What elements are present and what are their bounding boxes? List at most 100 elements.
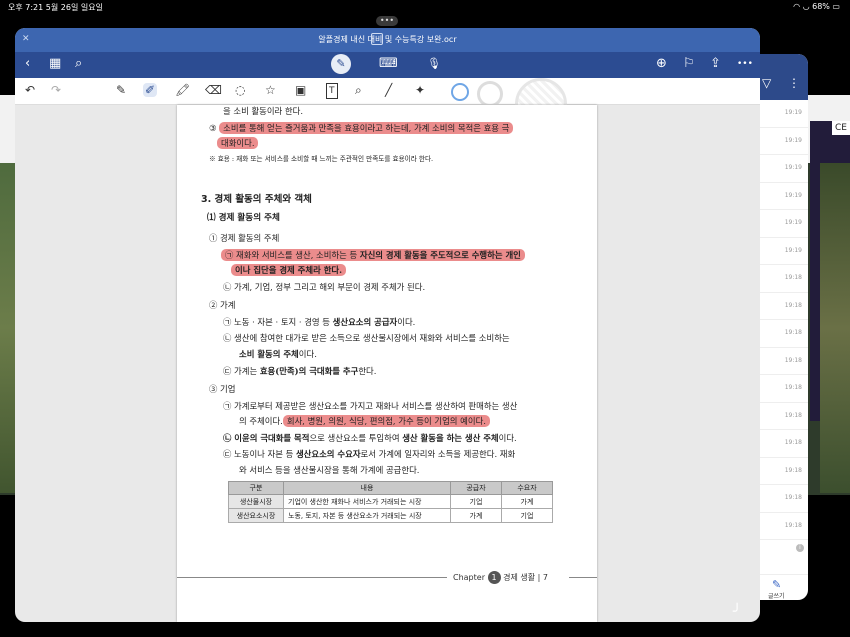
- table-header: 공급자: [450, 481, 502, 495]
- table-cell: 기업: [501, 508, 553, 523]
- table-row: 생산물시장 기업이 생산한 재화나 서비스가 거래되는 시장 기업 가계: [228, 494, 553, 509]
- side-list-time: 19:18: [784, 411, 802, 419]
- text-line: ㉢ 노동이나 자본 등 생산요소의 수요자로서 가계에 일자리와 소득을 제공한…: [223, 449, 516, 459]
- side-list-time: 19:19: [784, 136, 802, 144]
- back-icon[interactable]: ‹: [25, 56, 30, 72]
- page-footer: Chapter 1 경제 생활 | 7: [453, 571, 548, 584]
- table-cell: 생산물시장: [228, 494, 284, 509]
- table-header: 수요자: [501, 481, 553, 495]
- microphone-icon[interactable]: 🎙: [427, 56, 441, 72]
- table-cell: 가계: [501, 494, 553, 509]
- background-text: CE: [832, 121, 850, 135]
- highlight: 소비를 통해 얻는 즐거움과 만족을 효용이라고 하는데, 가계 소비의 목적은…: [219, 122, 514, 134]
- section-heading: 3. 경제 활동의 주체와 객체: [201, 194, 312, 205]
- highlight: 이나 집단을 경제 주체라 한다.: [231, 264, 347, 276]
- info-icon[interactable]: i: [796, 544, 804, 552]
- split-view-icon[interactable]: [371, 33, 383, 45]
- keyboard-icon[interactable]: ⌨: [379, 56, 398, 72]
- market-table: 구분 내용 공급자 수요자 생산물시장 기업이 생산한 재화나 서비스가 거래되…: [228, 481, 553, 523]
- side-list-time: 19:19: [784, 109, 802, 116]
- color-swatch[interactable]: [477, 81, 503, 107]
- ruler-tool-icon[interactable]: ╱: [385, 83, 392, 97]
- text-line: ㉡ 생산에 참여한 대가로 받은 소득으로 생산물시장에서 재화와 서비스를 소…: [223, 333, 510, 343]
- item-heading: ① 경제 활동의 주체: [209, 233, 280, 243]
- pen-tool-icon[interactable]: ✎: [116, 83, 126, 97]
- undo-icon[interactable]: ↶: [25, 83, 35, 97]
- pencil-mode-icon[interactable]: ✎: [331, 54, 351, 74]
- side-list-time: 19:18: [784, 494, 802, 501]
- footnote: ※ 효용 : 재화 또는 서비스를 소비할 때 느끼는 주관적인 만족도를 효용…: [209, 155, 434, 163]
- text-tool-icon[interactable]: T: [326, 83, 338, 99]
- table-cell: 가계: [450, 508, 502, 523]
- subsection-heading: ⑴ 경제 활동의 주체: [207, 213, 280, 223]
- item-heading: ② 가계: [209, 300, 236, 310]
- chapter-number: 1: [487, 571, 501, 584]
- bookmark-icon[interactable]: ⚐: [683, 56, 695, 72]
- text-line: ㉠ 가계로부터 제공받은 생산요소를 가지고 재화나 서비스를 생산하여 판매하…: [223, 401, 518, 411]
- side-list-time: 19:18: [784, 274, 802, 281]
- text-line: ③ 소비를 통해 얻는 즐거움과 만족을 효용이라고 하는데, 가계 소비의 목…: [209, 122, 514, 134]
- side-list-time: 19:18: [784, 329, 802, 336]
- document-title[interactable]: 알플경제 내신 대비 및 수능특강 보완.ocr: [15, 34, 760, 45]
- search-icon[interactable]: ⌕: [75, 56, 82, 72]
- text-line: ㉢ 가계는 효용(만족)의 극대화를 추구한다.: [223, 366, 377, 376]
- status-bar: 오후 7:21 5월 26일 일요일 ◠ ◡ 68% ▭: [0, 0, 850, 14]
- text-line: 대화이다.: [217, 137, 259, 149]
- side-list-time: 19:18: [784, 301, 802, 309]
- table-cell: 노동, 토지, 자본 등 생산요소가 거래되는 시장: [283, 508, 451, 523]
- side-list-time: 19:19: [784, 219, 802, 226]
- battery-indicator: ◠ ◡ 68% ▭: [793, 2, 840, 11]
- write-pen-icon[interactable]: ✎: [772, 578, 781, 591]
- footer-rule: [569, 577, 597, 578]
- more-vertical-icon[interactable]: ⋮: [788, 76, 800, 90]
- item-heading: ③ 기업: [209, 384, 236, 394]
- image-tool-icon[interactable]: ▣: [295, 83, 306, 97]
- notes-window: ✕ 알플경제 내신 대비 및 수능특강 보완.ocr ‹ ▦ ⌕ ✎ ⌨ 🎙 ⊕…: [15, 28, 760, 622]
- table-header: 내용: [283, 481, 451, 495]
- grid-icon[interactable]: ▦: [49, 56, 61, 72]
- side-list-time: 19:19: [784, 246, 802, 254]
- add-page-icon[interactable]: ⊕: [656, 56, 667, 72]
- table-cell: 기업: [450, 494, 502, 509]
- highlight: 회사, 병원, 의원, 식당, 편의점, 가수 등이 기업의 예이다.: [282, 415, 490, 427]
- document-page[interactable]: 을 소비 활동이라 한다. ③ 소비를 통해 얻는 즐거움과 만족을 효용이라고…: [177, 105, 597, 622]
- filter-icon[interactable]: ▽: [762, 76, 771, 90]
- table-header-row: 구분 내용 공급자 수요자: [228, 481, 553, 495]
- side-list-time: 19:18: [784, 439, 802, 446]
- footer-rule: [177, 577, 447, 578]
- highlighter-tool-icon[interactable]: ✐: [143, 83, 158, 97]
- text-line: 의 주체이다. 회사, 병원, 의원, 식당, 편의점, 가수 등이 기업의 예이…: [239, 415, 490, 427]
- side-list-time: 19:18: [784, 521, 802, 529]
- highlight: 대화이다.: [217, 137, 259, 149]
- eraser-tool-icon[interactable]: ⌫: [205, 83, 222, 97]
- text-line: 와 서비스 등을 생산물시장을 통해 가계에 공급한다.: [239, 465, 420, 475]
- share-icon[interactable]: ⇪: [710, 56, 721, 72]
- highlight: ㉠ 재화와 서비스를 생산, 소비하는 등 자신의 경제 활동을 주도적으로 수…: [221, 249, 525, 261]
- scan-tool-icon[interactable]: ⌕: [355, 83, 362, 97]
- color-swatch-selected[interactable]: [451, 83, 469, 101]
- write-label[interactable]: 글쓰기: [768, 591, 785, 600]
- title-bar: ✕ 알플경제 내신 대비 및 수능특강 보완.ocr: [15, 28, 760, 52]
- table-row: 생산요소시장 노동, 토지, 자본 등 생산요소가 거래되는 시장 가계 기업: [228, 508, 553, 523]
- status-time: 오후 7:21 5월 26일 일요일: [8, 3, 103, 12]
- lasso-tool-icon[interactable]: ◌: [235, 83, 245, 97]
- text-line: ㉠ 노동 · 자본 · 토지 · 경영 등 생산요소의 공급자이다.: [223, 317, 416, 327]
- text-line: 이나 집단을 경제 주체라 한다.: [231, 264, 347, 276]
- laser-pointer-icon[interactable]: ✦: [415, 83, 425, 97]
- more-icon[interactable]: •••: [737, 56, 753, 72]
- table-cell: 생산요소시장: [228, 508, 284, 523]
- table-cell: 기업이 생산한 재화나 서비스가 거래되는 시장: [283, 494, 451, 509]
- side-list-time: 19:18: [784, 356, 802, 364]
- text-line: ㉡ 이윤의 극대화를 목적으로 생산요소를 투입하여 생산 활동을 하는 생산 …: [223, 433, 517, 443]
- pencil-hover-icon: ╯: [733, 604, 742, 620]
- text-line: 을 소비 활동이라 한다.: [223, 106, 303, 116]
- sticker-tool-icon[interactable]: ☆: [265, 83, 276, 97]
- marker-tool-icon[interactable]: 🖍: [175, 83, 190, 97]
- drawing-toolbar: ↶ ↷ ✎ ✐ 🖍 ⌫ ◌ ☆ ▣ T ⌕ ╱ ✦: [15, 78, 760, 130]
- text-line: ㉠ 재화와 서비스를 생산, 소비하는 등 자신의 경제 활동을 주도적으로 수…: [221, 249, 525, 261]
- text-line: ㉡ 가계, 기업, 정부 그리고 해외 부문이 경제 주체가 된다.: [223, 282, 426, 292]
- side-list-time: 19:18: [784, 384, 802, 391]
- nav-bar: ‹ ▦ ⌕ ✎ ⌨ 🎙 ⊕ ⚐ ⇪ •••: [15, 52, 760, 78]
- multitask-handle[interactable]: •••: [376, 16, 398, 26]
- redo-icon[interactable]: ↷: [51, 83, 61, 97]
